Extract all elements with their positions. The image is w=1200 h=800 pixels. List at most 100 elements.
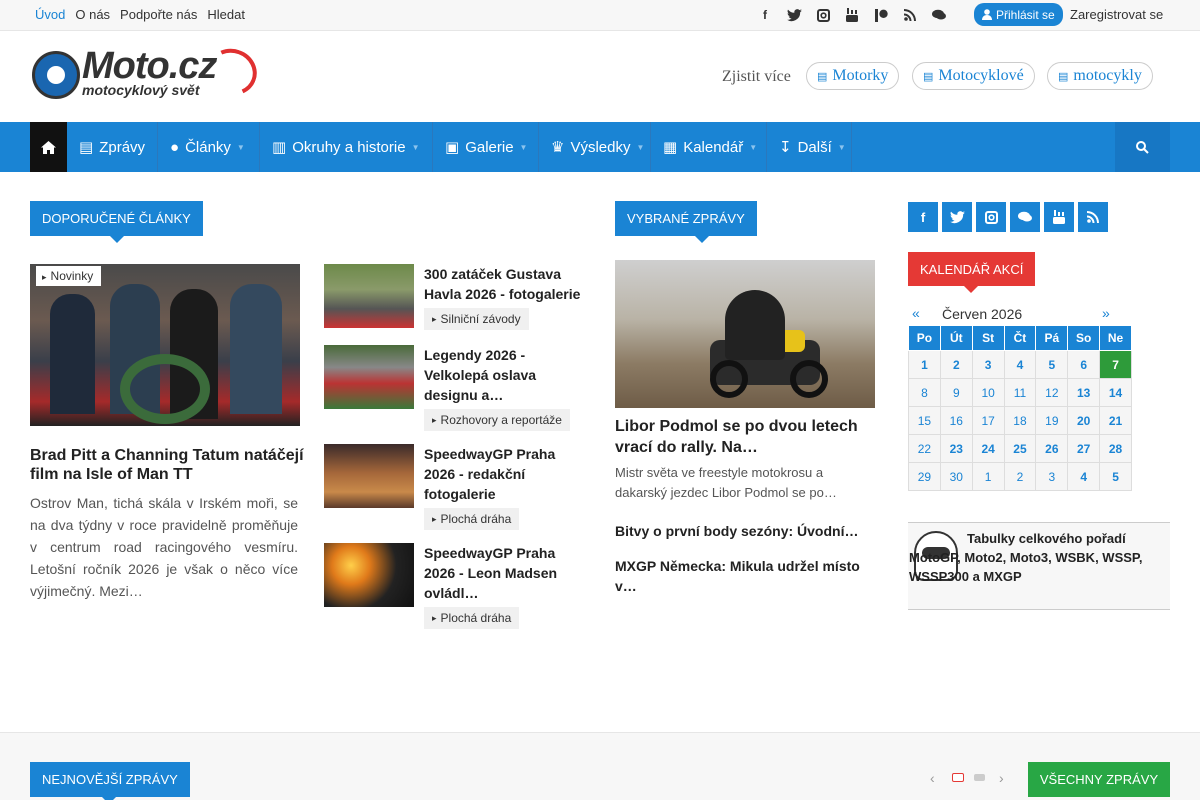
calendar-prev-button[interactable]: «: [912, 305, 920, 321]
selected-news-title[interactable]: Libor Podmol se po dvou letech vrací do …: [615, 416, 875, 458]
calendar-day-event[interactable]: 6: [1067, 350, 1101, 379]
calendar-day[interactable]: 16: [939, 406, 973, 435]
calendar-day-event[interactable]: 1: [908, 350, 941, 379]
calendar-day-event[interactable]: 24: [971, 434, 1005, 463]
calendar-day[interactable]: 12: [1035, 378, 1069, 407]
article-title[interactable]: SpeedwayGP Praha 2026 - redakční fotogal…: [424, 444, 584, 504]
nav-item-kalendar[interactable]: ▦ Kalendář ▼: [651, 122, 767, 172]
image-icon: ▣: [445, 139, 460, 156]
rss-icon[interactable]: [1078, 202, 1108, 232]
article-category-tag[interactable]: Plochá dráha: [424, 607, 520, 629]
chat-icon[interactable]: [931, 7, 947, 23]
facebook-icon[interactable]: f: [908, 202, 938, 232]
patreon-icon[interactable]: [873, 7, 889, 23]
chat-icon[interactable]: [1010, 202, 1040, 232]
nav-home-button[interactable]: [30, 122, 67, 172]
article-thumbnail[interactable]: [324, 543, 414, 607]
instagram-icon[interactable]: [976, 202, 1006, 232]
learn-more-label: Zjistit více: [722, 68, 791, 85]
article-title[interactable]: Legendy 2026 - Velkolepá oslava designu …: [424, 345, 584, 405]
calendar-day[interactable]: 15: [908, 406, 941, 435]
facebook-icon[interactable]: f: [757, 7, 773, 23]
calendar-day[interactable]: 29: [908, 462, 941, 491]
top-nav-search[interactable]: Hledat: [207, 7, 245, 22]
carousel-dot[interactable]: [974, 774, 985, 781]
tag-pill-motocykly[interactable]: ▤ motocykly: [1047, 62, 1153, 90]
standings-link[interactable]: Tabulky celkového pořadí MotoGP, Moto2, …: [908, 529, 1170, 586]
calendar-day[interactable]: 18: [1003, 406, 1037, 435]
nav-item-zpravy[interactable]: ▤ Zprávy: [67, 122, 158, 172]
calendar-day-event[interactable]: 13: [1067, 378, 1101, 407]
article-thumbnail[interactable]: [324, 444, 414, 508]
carousel-dot-active[interactable]: [952, 773, 964, 782]
calendar-day-event[interactable]: 4: [1003, 350, 1037, 379]
site-logo[interactable]: Moto.cz motocyklový svět: [32, 41, 264, 103]
calendar-day[interactable]: 1: [971, 462, 1005, 491]
featured-article-title[interactable]: Brad Pitt a Channing Tatum natáčejí film…: [30, 446, 310, 484]
article-thumbnail[interactable]: [324, 345, 414, 409]
calendar-day[interactable]: 19: [1035, 406, 1069, 435]
login-button[interactable]: Přihlásit se: [974, 3, 1063, 26]
article-thumbnail[interactable]: [324, 264, 414, 328]
nav-item-vysledky[interactable]: ♛ Výsledky ▼: [539, 122, 651, 172]
rss-icon[interactable]: [902, 7, 918, 23]
calendar-day[interactable]: 30: [939, 462, 973, 491]
top-nav-about[interactable]: O nás: [75, 7, 110, 22]
calendar-day-event[interactable]: 20: [1067, 406, 1101, 435]
article-title[interactable]: 300 zatáček Gustava Havla 2026 - fotogal…: [424, 264, 584, 304]
selected-news-link[interactable]: Bitvy o první body sezóny: Úvodní…: [615, 521, 875, 541]
calendar-day[interactable]: 17: [971, 406, 1005, 435]
calendar-day-event[interactable]: 4: [1067, 462, 1101, 491]
nav-item-okruhy[interactable]: ▥ Okruhy a historie ▼: [260, 122, 433, 172]
top-nav-home[interactable]: Úvod: [35, 7, 65, 22]
calendar-day[interactable]: 2: [1003, 462, 1037, 491]
calendar-day[interactable]: 10: [971, 378, 1005, 407]
calendar-day-event[interactable]: 26: [1035, 434, 1069, 463]
standings-box[interactable]: Tabulky celkového pořadí MotoGP, Moto2, …: [908, 522, 1170, 610]
tag-pill-motocyklove[interactable]: ▤ Motocyklové: [912, 62, 1035, 90]
carousel-next-icon[interactable]: ›: [999, 770, 1004, 786]
calendar-day-event[interactable]: 25: [1003, 434, 1037, 463]
article-category-tag[interactable]: Silniční závody: [424, 308, 529, 330]
calendar-day-event[interactable]: 14: [1099, 378, 1132, 407]
calendar-day-event[interactable]: 5: [1099, 462, 1132, 491]
calendar-day-today[interactable]: 7: [1099, 350, 1132, 379]
calendar-day-event[interactable]: 27: [1067, 434, 1101, 463]
calendar-day-event[interactable]: 2: [939, 350, 973, 379]
tag-pill-motorky[interactable]: ▤ Motorky: [806, 62, 900, 90]
featured-article-image[interactable]: [30, 264, 300, 426]
youtube-icon[interactable]: [844, 7, 860, 23]
nav-item-galerie[interactable]: ▣ Galerie ▼: [433, 122, 539, 172]
all-news-button[interactable]: Všechny zprávy: [1028, 762, 1170, 797]
calendar-day[interactable]: 3: [1035, 462, 1069, 491]
top-nav-support[interactable]: Podpořte nás: [120, 7, 197, 22]
youtube-icon[interactable]: [1044, 202, 1074, 232]
calendar-day[interactable]: 22: [908, 434, 941, 463]
calendar-day[interactable]: 8: [908, 378, 941, 407]
nav-item-label: Články: [185, 138, 231, 156]
calendar-day[interactable]: 9: [939, 378, 973, 407]
twitter-icon[interactable]: [786, 7, 802, 23]
calendar-day-event[interactable]: 21: [1099, 406, 1132, 435]
nav-item-clanky[interactable]: ● Články ▼: [158, 122, 260, 172]
register-link[interactable]: Zaregistrovat se: [1070, 7, 1163, 22]
article-category-tag[interactable]: Plochá dráha: [424, 508, 520, 530]
calendar-day-event[interactable]: 5: [1035, 350, 1069, 379]
caret-down-icon: ▼: [519, 142, 528, 152]
nav-item-dalsi[interactable]: ↧ Další ▼: [767, 122, 852, 172]
featured-category-tag[interactable]: Novinky: [36, 266, 102, 286]
carousel-prev-icon[interactable]: ‹: [930, 770, 935, 786]
instagram-icon[interactable]: [815, 7, 831, 23]
calendar-day-event[interactable]: 28: [1099, 434, 1132, 463]
calendar-day-event[interactable]: 23: [939, 434, 973, 463]
article-title[interactable]: SpeedwayGP Praha 2026 - Leon Madsen ovlá…: [424, 543, 584, 603]
twitter-icon[interactable]: [942, 202, 972, 232]
calendar-next-button[interactable]: »: [1102, 305, 1110, 321]
selected-news-image[interactable]: [615, 260, 875, 408]
recommended-section-label: Doporučené články: [30, 201, 203, 243]
calendar-day[interactable]: 11: [1003, 378, 1037, 407]
calendar-day-event[interactable]: 3: [971, 350, 1005, 379]
selected-news-link[interactable]: MXGP Německa: Mikula udržel místo v…: [615, 556, 875, 596]
nav-search-button[interactable]: [1115, 122, 1170, 172]
article-category-tag[interactable]: Rozhovory a reportáže: [424, 409, 570, 431]
